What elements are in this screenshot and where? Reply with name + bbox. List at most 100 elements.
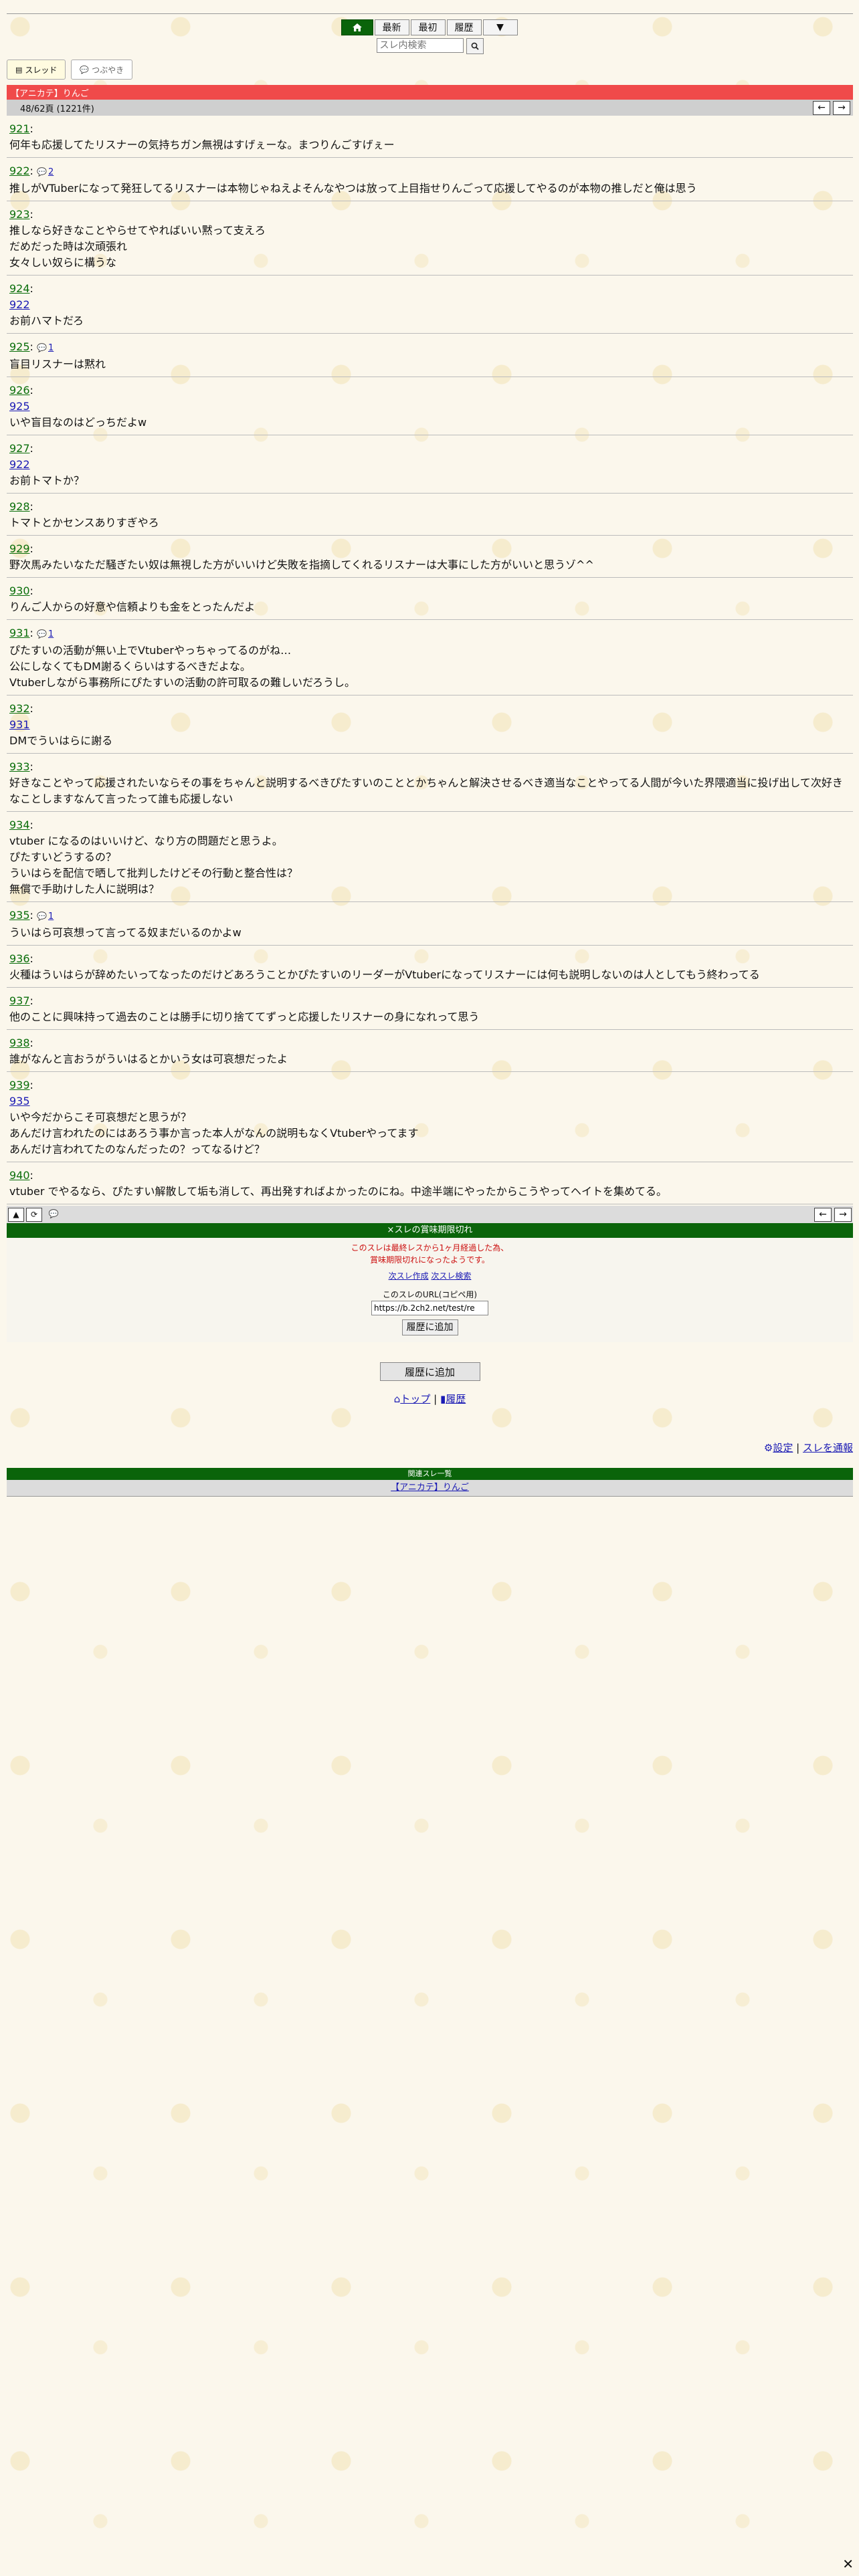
nav-latest-button[interactable]: 最新: [374, 19, 409, 35]
post-number-link[interactable]: 929: [9, 542, 30, 555]
nav-menu-button[interactable]: ▼: [482, 19, 518, 35]
book-icon: ▮: [440, 1393, 446, 1405]
bottom-prev-page-button[interactable]: ←: [814, 1207, 832, 1222]
post-number-link[interactable]: 927: [9, 442, 30, 455]
search-row: [7, 38, 853, 54]
post-text-line: DMでういはらに謝る: [9, 734, 113, 747]
next-page-button[interactable]: →: [833, 100, 850, 115]
post: 923: 推しなら好きなことやらせてやればいい黙って支えろ だめだった時は次頑張れ女…: [7, 201, 853, 276]
post-number-link[interactable]: 935: [9, 909, 30, 922]
reply-icon: 💬: [37, 911, 47, 921]
post-number-link[interactable]: 939: [9, 1079, 30, 1091]
anchor-link[interactable]: 931: [9, 717, 853, 733]
notice-add-history-button[interactable]: 履歴に追加: [401, 1319, 458, 1335]
post-number-link[interactable]: 933: [9, 760, 30, 773]
post-number-link[interactable]: 932: [9, 702, 30, 715]
anchor-link[interactable]: 925: [9, 399, 853, 415]
mode-tabs: ▤ スレッド 💬 つぶやき: [7, 60, 853, 80]
related-thread-link[interactable]: 【アニカテ】りんご: [391, 1483, 469, 1493]
post-number-link[interactable]: 928: [9, 500, 30, 513]
reply-icon: 💬: [37, 343, 47, 352]
post-text-line: vtuber になるのはいいけど、なり方の問題だと思うよ。: [9, 835, 283, 847]
expired-header: ×スレの賞味期限切れ: [7, 1223, 853, 1238]
post: 934: vtuber になるのはいいけど、なり方の問題だと思うよ。 ぴたすいどうす…: [7, 812, 853, 902]
home-icon: [352, 23, 362, 31]
post-number-link[interactable]: 940: [9, 1169, 30, 1182]
anchor-link[interactable]: 922: [9, 457, 853, 473]
post: 931: 💬 1 ぴたすいの活動が無い上でVtuberやっちゃってるのがね… 公にしな…: [7, 620, 853, 695]
close-icon[interactable]: ✕: [842, 2556, 854, 2572]
post: 933: 好きなことやって応援されたいならその事をちゃんと説明するべきぴたすいのこ…: [7, 754, 853, 812]
add-history-button[interactable]: 履歴に追加: [379, 1362, 480, 1381]
post-text-line: 公にしなくてもDM謝るくらいはするべきだよな。: [9, 660, 251, 673]
settings-link[interactable]: 設定: [773, 1442, 793, 1454]
post-number-link[interactable]: 923: [9, 208, 30, 221]
search-input[interactable]: [376, 38, 464, 53]
search-next-thread-link[interactable]: 次スレ検索: [431, 1271, 471, 1281]
post-text-line: トマトとかセンスありすぎやろ: [9, 516, 159, 529]
post-number-link[interactable]: 938: [9, 1037, 30, 1049]
post: 924: 922 お前ハマトだろ: [7, 276, 853, 334]
url-label: このスレのURL(コピペ用): [382, 1290, 478, 1299]
expired-line-1: このスレは最終レスから1ヶ月経過した為、: [351, 1243, 509, 1253]
report-thread-link[interactable]: スレを通報: [803, 1442, 853, 1454]
post-number-link[interactable]: 924: [9, 282, 30, 295]
post-text-line: 無償で手助けした人に説明は？: [9, 883, 160, 895]
anchor-link[interactable]: 922: [9, 297, 853, 313]
post: 930: りんご人からの好意や信頼よりも金をとったんだよ: [7, 578, 853, 620]
tab-tweet-label: つぶやき: [92, 65, 124, 75]
post-number-link[interactable]: 922: [9, 165, 30, 177]
chat-icon: 💬: [80, 65, 90, 74]
post-text-line: ぴたすいどうするの？: [9, 851, 117, 863]
related-threads-header: 関連スレ一覧: [7, 1468, 853, 1480]
post-text-line: りんご人からの好意や信頼よりも金をとったんだよ: [9, 601, 256, 613]
post: 922: 💬 2 推しがVTuberになって発狂してるリスナーは本物じゃねえよそんな…: [7, 158, 853, 201]
history-link[interactable]: 履歴: [446, 1393, 466, 1405]
create-next-thread-link[interactable]: 次スレ作成: [389, 1271, 429, 1281]
post-number-link[interactable]: 931: [9, 627, 30, 639]
post-number-link[interactable]: 934: [9, 819, 30, 831]
tab-tweet[interactable]: 💬 つぶやき: [71, 60, 133, 80]
post-number-link[interactable]: 936: [9, 952, 30, 965]
home-button[interactable]: [341, 19, 373, 35]
post-number-link[interactable]: 930: [9, 584, 30, 597]
reload-button[interactable]: ⟳: [26, 1207, 42, 1222]
arrow-right-icon: →: [839, 1209, 847, 1220]
post-text-line: 何年も応援してたリスナーの気持ちガン無視はすげぇーな。まつりんごすげぇー: [9, 138, 395, 151]
post: 937: 他のことに興味持って過去のことは勝手に切り捨ててずっと応援したリスナーの…: [7, 988, 853, 1030]
post-number-link[interactable]: 937: [9, 994, 30, 1007]
post-text-line: 野次馬みたいなただ騒ぎたい奴は無視した方がいいけど失敗を指摘してくれるリスナーは…: [9, 558, 594, 571]
post: 928: トマトとかセンスありすぎやろ: [7, 494, 853, 536]
bottom-next-page-button[interactable]: →: [834, 1207, 852, 1222]
post: 939: 935 いや今だからこそ可哀想だと思うが？ あんだけ言われたのにはあろう事か…: [7, 1072, 853, 1162]
chat-button[interactable]: 💬: [44, 1208, 63, 1220]
thread-title: 【アニカテ】りんご: [7, 85, 853, 100]
reply-count-link[interactable]: 2: [48, 167, 54, 177]
triangle-up-icon: ▲: [13, 1210, 19, 1219]
reply-icon: 💬: [37, 629, 47, 639]
search-button[interactable]: [466, 38, 484, 54]
post-text-line: 他のことに興味持って過去のことは勝手に切り捨ててずっと応援したリスナーの身になれ…: [9, 1010, 480, 1023]
post-number-link[interactable]: 926: [9, 384, 30, 397]
post-text-line: いや盲目なのはどっちだよw: [9, 416, 147, 429]
post-text-line: vtuber でやるなら、ぴたすい解散して垢も消して、再出発すればよかったのにね…: [9, 1185, 667, 1198]
reply-count-link[interactable]: 1: [48, 629, 54, 639]
expired-line-2: 賞味期限切れになったようです。: [370, 1255, 490, 1265]
post-number-link[interactable]: 925: [9, 340, 30, 353]
post-number-link[interactable]: 921: [9, 122, 30, 135]
top-link[interactable]: トップ: [400, 1393, 430, 1405]
thread-url-field[interactable]: [371, 1301, 488, 1315]
post-list: 921: 何年も応援してたリスナーの気持ちガン無視はすげぇーな。まつりんごすげぇー…: [7, 116, 853, 1204]
nav-history-button[interactable]: 履歴: [446, 19, 482, 35]
post: 921: 何年も応援してたリスナーの気持ちガン無視はすげぇーな。まつりんごすげぇー: [7, 116, 853, 158]
reply-icon: 💬: [37, 167, 47, 177]
anchor-link[interactable]: 935: [9, 1093, 853, 1109]
reply-count-link[interactable]: 1: [48, 343, 54, 353]
prev-page-button[interactable]: ←: [813, 100, 830, 115]
reply-count-link[interactable]: 1: [48, 911, 54, 922]
tab-thread[interactable]: ▤ スレッド: [7, 60, 66, 80]
page: 最新 最初 履歴 ▼ ▤ スレッド 💬 つぶやき 【アニカテ】りんご 48/62…: [7, 0, 853, 1497]
scroll-top-button[interactable]: ▲: [8, 1207, 24, 1222]
post-text-line: あんだけ言われてたのなんだったの？ってなるけど？: [9, 1143, 265, 1156]
nav-first-button[interactable]: 最初: [410, 19, 446, 35]
